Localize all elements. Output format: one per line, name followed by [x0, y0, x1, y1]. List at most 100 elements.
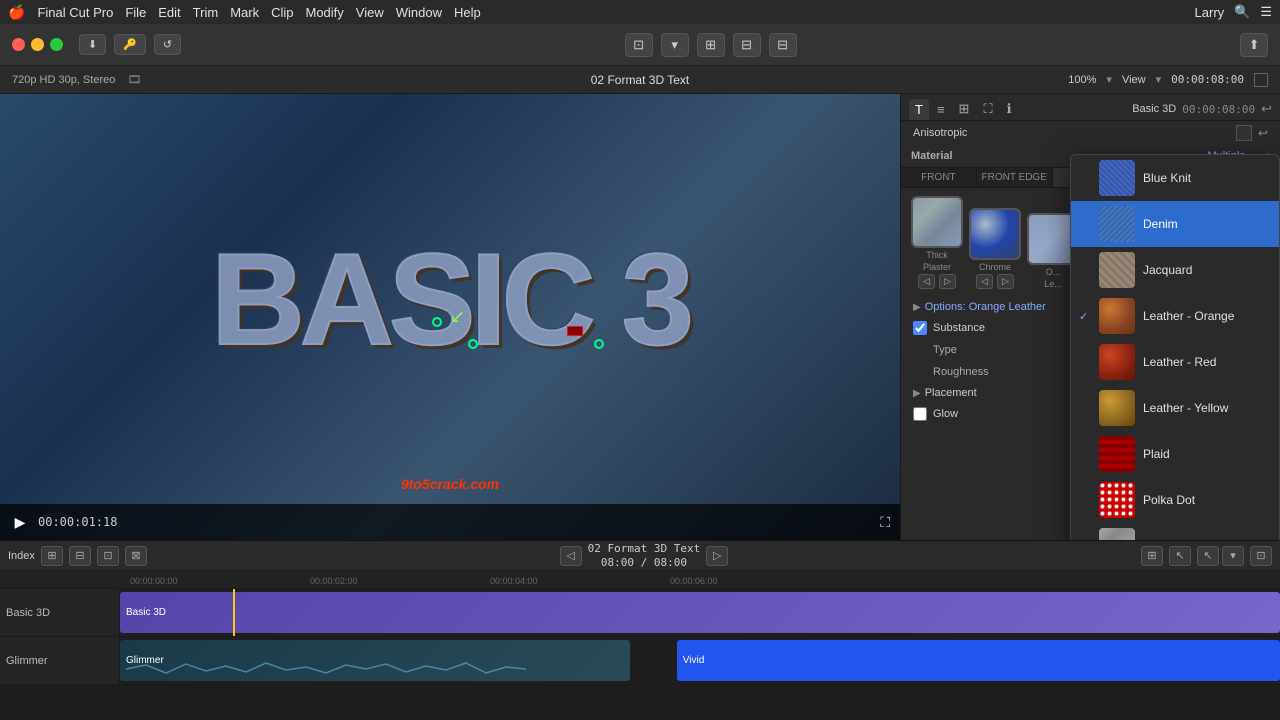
timeline-prev[interactable]: ◁	[560, 546, 582, 566]
swatch-leather-orange	[1099, 298, 1135, 334]
check-mark-leather-orange: ✓	[1079, 310, 1091, 323]
ruler-mark-2: 00:00:04:00	[490, 571, 538, 588]
dropdown-label-leather-orange: Leather - Orange	[1143, 309, 1234, 323]
menu-trim[interactable]: Trim	[193, 5, 219, 20]
menu-mark[interactable]: Mark	[230, 5, 259, 20]
swatch-btn-left-thick-plaster[interactable]: ◁	[918, 274, 935, 289]
key-button[interactable]: 🔑	[114, 34, 146, 55]
dropdown-label-jacquard: Jacquard	[1143, 263, 1192, 277]
layout-dropdown-button[interactable]: ▾	[661, 33, 689, 57]
dropdown-item-blue-knit[interactable]: Blue Knit	[1071, 155, 1279, 201]
search-icon[interactable]: 🔍	[1234, 4, 1250, 20]
view-dropdown-icon[interactable]: ▾	[1156, 73, 1162, 86]
swatch-thumb-thick-plaster[interactable]	[911, 196, 963, 248]
selection-handle-1[interactable]	[432, 317, 442, 327]
keyframe-marker[interactable]	[567, 326, 583, 336]
menu-clip[interactable]: Clip	[271, 5, 293, 20]
mat-tab-front-edge[interactable]: FRONT EDGE	[977, 168, 1053, 187]
track-basic3d: Basic 3D Basic 3D	[0, 589, 1280, 637]
type-label: Type	[913, 344, 957, 356]
maximize-button[interactable]	[50, 38, 63, 51]
anisotropic-reset[interactable]: ↩	[1258, 126, 1268, 140]
zoom-level[interactable]: 100%	[1068, 74, 1096, 86]
minimize-button[interactable]	[31, 38, 44, 51]
swatch-thumb-chrome[interactable]	[969, 208, 1021, 260]
swatch-polka-dot	[1099, 482, 1135, 518]
track-body-basic3d[interactable]: Basic 3D	[120, 589, 1280, 636]
dropdown-item-leather-yellow[interactable]: Leather - Yellow	[1071, 385, 1279, 431]
share-button[interactable]: ⬆	[1240, 33, 1268, 57]
dropdown-label-leather-yellow: Leather - Yellow	[1143, 401, 1228, 415]
inspector-tabs: T ≡ ⊞ ⛶ ℹ Basic 3D 00:00:08:00 ↩	[901, 94, 1280, 121]
clip-vivid[interactable]: Vivid	[677, 640, 1280, 681]
close-button[interactable]	[12, 38, 25, 51]
cursor-mode-button[interactable]: ↖	[1197, 546, 1219, 566]
swatch-btn-right-thick-plaster[interactable]: ▷	[939, 274, 956, 289]
menu-help[interactable]: Help	[454, 5, 481, 20]
upper-area: BASIC 3 9to5crack.com ↙ ▶ 00:00:01:18 ⛶	[0, 94, 1280, 540]
list-icon[interactable]: ☰	[1260, 4, 1272, 20]
apple-menu[interactable]: 🍎	[8, 4, 25, 21]
list-view-button[interactable]: ⊟	[733, 33, 761, 57]
clip-basic3d[interactable]: Basic 3D	[120, 592, 1280, 633]
zoom-in-out-button[interactable]: ⊡	[1250, 546, 1272, 566]
dropdown-item-denim[interactable]: Denim	[1071, 201, 1279, 247]
arrange-button[interactable]: ⊞	[1141, 546, 1163, 566]
swatch-label-side: O...	[1046, 267, 1061, 277]
dropdown-item-leather-red[interactable]: Leather - Red	[1071, 339, 1279, 385]
swatch-leather-red	[1099, 344, 1135, 380]
dropdown-item-plaid[interactable]: Plaid	[1071, 431, 1279, 477]
dropdown-item-jacquard[interactable]: Jacquard	[1071, 247, 1279, 293]
track-label-basic3d: Basic 3D	[6, 607, 50, 619]
menu-view[interactable]: View	[356, 5, 384, 20]
track-body-glimmer[interactable]: Glimmer Vivid	[120, 637, 1280, 684]
playhead[interactable]	[233, 589, 235, 636]
menu-window[interactable]: Window	[396, 5, 442, 20]
anisotropic-checkbox[interactable]	[1236, 125, 1252, 141]
dropdown-label-polka-dot: Polka Dot	[1143, 493, 1195, 507]
inspector-toggle-button[interactable]: ⊟	[769, 33, 797, 57]
timeline-next[interactable]: ▷	[706, 546, 728, 566]
inspector-tab-grid[interactable]: ⊞	[953, 98, 976, 120]
swatch-plaid	[1099, 436, 1135, 472]
swatch-btn-left-chrome[interactable]: ◁	[976, 274, 993, 289]
add-connection-button[interactable]: ⊞	[41, 546, 63, 566]
index-label[interactable]: Index	[8, 550, 35, 562]
menu-edit[interactable]: Edit	[158, 5, 180, 20]
play-pause-button[interactable]: ▶	[10, 512, 30, 532]
menu-finalcutpro[interactable]: Final Cut Pro	[37, 5, 113, 20]
cursor-dropdown[interactable]: ▾	[1222, 546, 1244, 566]
inspector-tab-list[interactable]: ≡	[931, 99, 951, 120]
mat-tab-front[interactable]: FRONT	[901, 168, 977, 187]
menu-file[interactable]: File	[125, 5, 146, 20]
dropdown-item-polka-dot[interactable]: Polka Dot	[1071, 477, 1279, 523]
dropdown-item-shetland[interactable]: Shetland Wool	[1071, 523, 1279, 540]
substance-checkbox[interactable]	[913, 321, 927, 335]
grid-view-button[interactable]: ⊞	[697, 33, 725, 57]
reset-icon[interactable]: ↩	[1261, 101, 1272, 117]
menu-modify[interactable]: Modify	[305, 5, 343, 20]
refresh-button[interactable]: ↺	[154, 34, 181, 55]
fullscreen-button[interactable]: ⛶	[880, 514, 890, 531]
motion-arrow: ↙	[450, 307, 465, 328]
layout-left-button[interactable]: ⊡	[625, 33, 653, 57]
clip-glimmer[interactable]: Glimmer	[120, 640, 630, 681]
material-dropdown: Blue Knit Denim Jacquard ✓ Leather - Ora…	[1070, 154, 1280, 540]
transform-button[interactable]: ⊠	[125, 546, 147, 566]
inspector-tab-text[interactable]: T	[909, 99, 929, 120]
zoom-dropdown-icon[interactable]: ▾	[1106, 73, 1112, 86]
view-button[interactable]: View	[1122, 74, 1146, 86]
cursor-button[interactable]: ↖	[1169, 546, 1191, 566]
substance-label: Substance	[933, 322, 985, 334]
swatch-shetland	[1099, 528, 1135, 540]
dropdown-item-leather-orange[interactable]: ✓ Leather - Orange	[1071, 293, 1279, 339]
download-button[interactable]: ⬇	[79, 34, 106, 55]
inspector-tab-info[interactable]: ℹ	[1001, 98, 1018, 120]
inspector-tab-shape[interactable]: ⛶	[977, 98, 998, 120]
add-storyline-button[interactable]: ⊟	[69, 546, 91, 566]
ruler-mark-0: 00:00:00:00	[130, 571, 178, 588]
glow-checkbox[interactable]	[913, 407, 927, 421]
swatch-btn-right-chrome[interactable]: ▷	[997, 274, 1014, 289]
swatch-label-thick-plaster: Thick	[926, 250, 948, 260]
split-button[interactable]: ⊡	[97, 546, 119, 566]
